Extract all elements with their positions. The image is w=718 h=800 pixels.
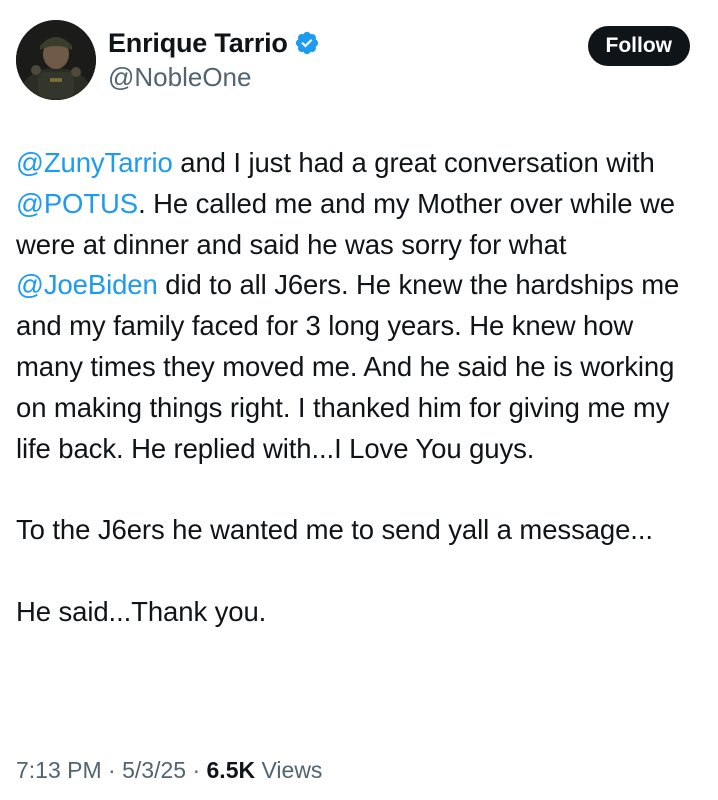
views-label: Views — [255, 757, 323, 783]
tweet-paragraph: To the J6ers he wanted me to send yall a… — [16, 514, 653, 546]
tweet-date[interactable]: 5/3/25 — [122, 757, 186, 783]
meta-separator: · — [186, 757, 207, 783]
verified-badge-icon — [294, 30, 320, 56]
meta-separator: · — [101, 757, 123, 783]
tweet-time[interactable]: 7:13 PM — [16, 757, 102, 783]
mention-link[interactable]: @JoeBiden — [16, 269, 158, 300]
tweet-header: Enrique Tarrio @NobleOne Follow — [16, 20, 702, 102]
tweet-card: Enrique Tarrio @NobleOne Follow @ZunyTar… — [0, 0, 718, 800]
views-count[interactable]: 6.5K — [207, 757, 256, 783]
mention-link[interactable]: @ZunyTarrio — [16, 147, 173, 178]
author-handle[interactable]: @NobleOne — [108, 62, 320, 93]
tweet-text-segment: and I just had a great conversation with — [172, 147, 655, 178]
follow-button[interactable]: Follow — [587, 26, 690, 66]
tweet-paragraph: He said...Thank you. — [16, 595, 267, 627]
author-block: Enrique Tarrio @NobleOne — [108, 26, 320, 93]
avatar-image — [16, 20, 96, 100]
tweet-meta: 7:13 PM · 5/3/25 · 6.5K Views — [16, 757, 322, 784]
tweet-paragraph: @ZunyTarrio and I just had a great conve… — [16, 143, 706, 469]
avatar[interactable] — [16, 20, 96, 100]
tweet-text: @ZunyTarrio and I just had a great conve… — [16, 143, 706, 633]
mention-link[interactable]: @POTUS — [16, 188, 138, 219]
name-row: Enrique Tarrio — [108, 26, 320, 60]
author-name[interactable]: Enrique Tarrio — [108, 28, 288, 59]
